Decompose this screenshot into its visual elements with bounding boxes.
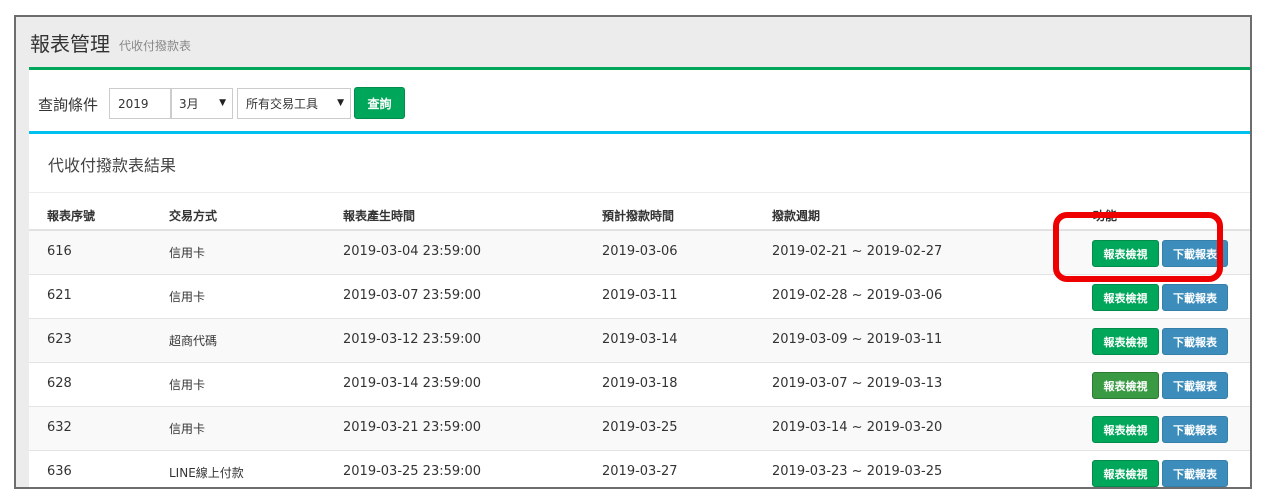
column-header-id: 報表序號 (47, 209, 96, 223)
view-report-button[interactable]: 報表檢視 (1092, 328, 1159, 355)
payout-date: 2019-03-27 (602, 464, 678, 479)
column-header-period: 撥款週期 (772, 209, 821, 223)
report-id: 632 (47, 420, 72, 435)
payout-period: 2019-03-23 ~ 2019-03-25 (772, 464, 943, 479)
generated-time: 2019-03-04 23:59:00 (343, 244, 482, 259)
payout-date: 2019-03-11 (602, 288, 678, 303)
generated-time: 2019-03-21 23:59:00 (343, 420, 482, 435)
table-row: 628 信用卡 2019-03-14 23:59:00 2019-03-18 2… (29, 363, 1250, 407)
report-id: 636 (47, 464, 72, 479)
query-label: 查詢條件 (38, 96, 99, 114)
column-header-payout: 預計撥款時間 (602, 209, 675, 223)
payment-method: 信用卡 (169, 290, 206, 304)
caret-down-icon: ▼ (219, 98, 226, 108)
caret-down-icon: ▼ (337, 98, 344, 108)
view-report-button[interactable]: 報表檢視 (1092, 284, 1159, 311)
payout-period: 2019-02-28 ~ 2019-03-06 (772, 288, 943, 303)
generated-time: 2019-03-07 23:59:00 (343, 288, 482, 303)
payout-period: 2019-02-21 ~ 2019-02-27 (772, 244, 943, 259)
report-id: 628 (47, 376, 72, 391)
generated-time: 2019-03-25 23:59:00 (343, 464, 482, 479)
page-title: 報表管理 (30, 31, 110, 56)
payout-date: 2019-03-06 (602, 244, 678, 259)
table-row: 636 LINE線上付款 2019-03-25 23:59:00 2019-03… (29, 451, 1250, 487)
view-report-button[interactable]: 報表檢視 (1092, 416, 1159, 443)
payout-date: 2019-03-14 (602, 332, 678, 347)
generated-time: 2019-03-12 23:59:00 (343, 332, 482, 347)
report-id: 623 (47, 332, 72, 347)
payment-method: 信用卡 (169, 246, 206, 260)
generated-time: 2019-03-14 23:59:00 (343, 376, 482, 391)
download-report-button[interactable]: 下載報表 (1162, 372, 1228, 399)
download-report-button[interactable]: 下載報表 (1162, 460, 1228, 487)
payment-method: LINE線上付款 (169, 466, 244, 480)
download-report-button[interactable]: 下載報表 (1162, 284, 1228, 311)
column-header-method: 交易方式 (169, 209, 218, 223)
payout-period: 2019-03-09 ~ 2019-03-11 (772, 332, 943, 347)
payout-period: 2019-03-07 ~ 2019-03-13 (772, 376, 943, 391)
page-header: 報表管理 代收付撥款表 (16, 17, 1250, 67)
payment-tool-value: 所有交易工具 (246, 97, 319, 111)
view-report-button[interactable]: 報表檢視 (1092, 372, 1159, 399)
download-report-button[interactable]: 下載報表 (1162, 416, 1228, 443)
result-title: 代收付撥款表結果 (48, 156, 177, 175)
download-report-button[interactable]: 下載報表 (1162, 328, 1228, 355)
payment-method: 信用卡 (169, 378, 206, 392)
payment-method: 信用卡 (169, 422, 206, 436)
payment-method: 超商代碼 (169, 334, 218, 348)
report-id: 621 (47, 288, 72, 303)
search-button[interactable]: 查詢 (354, 87, 405, 119)
query-panel: 查詢條件 2019 3月 ▼ 所有交易工具 ▼ 查詢 (29, 67, 1250, 131)
payment-tool-select[interactable]: 所有交易工具 ▼ (237, 88, 351, 119)
table-row: 632 信用卡 2019-03-21 23:59:00 2019-03-25 2… (29, 407, 1250, 451)
column-header-generated: 報表產生時間 (343, 209, 416, 223)
highlight-annotation (1053, 212, 1223, 282)
page-subtitle: 代收付撥款表 (119, 38, 192, 53)
payout-date: 2019-03-18 (602, 376, 678, 391)
payout-period: 2019-03-14 ~ 2019-03-20 (772, 420, 943, 435)
report-id: 616 (47, 244, 72, 259)
result-panel: 代收付撥款表結果 報表序號 交易方式 報表產生時間 預計撥款時間 撥款週期 功能… (29, 131, 1250, 487)
month-value: 3月 (179, 97, 199, 111)
payout-date: 2019-03-25 (602, 420, 678, 435)
month-select[interactable]: 3月 ▼ (171, 88, 233, 119)
year-value: 2019 (118, 96, 149, 111)
view-report-button[interactable]: 報表檢視 (1092, 460, 1159, 487)
year-input[interactable]: 2019 (109, 88, 171, 119)
table-row: 623 超商代碼 2019-03-12 23:59:00 2019-03-14 … (29, 319, 1250, 363)
